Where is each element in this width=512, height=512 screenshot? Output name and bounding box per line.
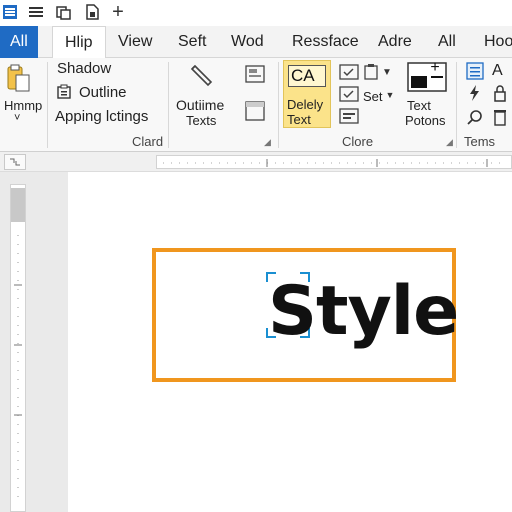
- ribbon: Hmmp ˅ Shadow Outline Apping lctings Cla…: [0, 58, 512, 152]
- tab-view[interactable]: View: [118, 26, 152, 58]
- tab-hlip[interactable]: Hlip: [52, 26, 106, 59]
- separator: [278, 62, 279, 148]
- frame-icon[interactable]: [244, 100, 266, 122]
- document-icon[interactable]: [82, 3, 102, 21]
- lock-icon[interactable]: [492, 84, 508, 102]
- dialog-launcher-icon[interactable]: ◢: [264, 137, 271, 148]
- styled-text[interactable]: Style: [268, 262, 459, 362]
- plus-icon: +: [430, 59, 440, 76]
- delete-text-button[interactable]: CA Delely Text: [283, 60, 331, 128]
- clipboard-icon[interactable]: [363, 64, 379, 80]
- paste-icon[interactable]: [4, 62, 32, 94]
- delete-text-line1: Delely: [287, 97, 324, 112]
- pen-icon: [188, 62, 218, 90]
- outline-option[interactable]: Outline: [79, 84, 127, 101]
- shadow-option[interactable]: Shadow: [57, 60, 111, 77]
- align-icon[interactable]: [339, 108, 359, 124]
- checkbox-icon[interactable]: [339, 64, 359, 80]
- dropdown-caret-icon[interactable]: ▼: [381, 66, 393, 78]
- grid-table-icon[interactable]: [466, 62, 484, 80]
- vertical-ruler-thumb[interactable]: [11, 188, 25, 222]
- hamburger-menu-icon[interactable]: [0, 3, 20, 21]
- group-label-tems: Tems: [464, 134, 496, 149]
- tab-all[interactable]: All: [438, 26, 456, 58]
- ribbon-tabs: All Hlip View Seft Wod Ressface Adre All…: [0, 26, 512, 59]
- quick-access-toolbar: +: [0, 0, 512, 26]
- table-icon[interactable]: [244, 64, 266, 84]
- set-dropdown[interactable]: Set: [363, 89, 383, 104]
- search-icon[interactable]: [466, 108, 484, 126]
- tab-adre[interactable]: Adre: [378, 26, 412, 58]
- font-a-icon[interactable]: A: [492, 62, 503, 80]
- left-margin-area: [0, 172, 68, 512]
- separator: [47, 62, 48, 148]
- text-potons-line2[interactable]: Potons: [405, 113, 445, 128]
- apping-option[interactable]: Apping lctings: [55, 108, 148, 125]
- tab-all-file[interactable]: All: [0, 26, 38, 58]
- separator: [168, 62, 169, 148]
- ruler-row: [0, 152, 512, 172]
- tab-seft[interactable]: Seft: [178, 26, 206, 58]
- trash-icon[interactable]: [492, 108, 508, 126]
- vertical-ruler[interactable]: [10, 184, 26, 512]
- tab-wod[interactable]: Wod: [231, 26, 264, 58]
- separator: [456, 62, 457, 148]
- ca-badge-icon: CA: [288, 65, 326, 87]
- outline-texts-button-line2[interactable]: Texts: [186, 113, 216, 128]
- lightning-icon[interactable]: [466, 84, 484, 102]
- horizontal-ruler[interactable]: [156, 155, 512, 169]
- delete-text-line2: Text: [287, 112, 311, 127]
- tab-ressface[interactable]: Ressface: [292, 26, 359, 58]
- paste-dropdown-caret[interactable]: ˅: [14, 112, 20, 124]
- list-icon[interactable]: [26, 3, 46, 21]
- copy-icon[interactable]: [54, 3, 74, 21]
- tab-hoo[interactable]: Hoo: [484, 26, 512, 58]
- group-label-clard: Clard: [132, 134, 164, 149]
- text-potons-line1[interactable]: Text: [407, 98, 431, 113]
- checkbox-icon[interactable]: [339, 86, 359, 102]
- plus-icon[interactable]: +: [108, 1, 128, 23]
- outline-icon: [55, 83, 73, 101]
- dialog-launcher-icon[interactable]: ◢: [446, 137, 453, 148]
- group-label-clore: Clore: [342, 134, 374, 149]
- ruler-corner-icon[interactable]: [4, 154, 26, 170]
- outline-texts-button-line1[interactable]: Outiime: [176, 98, 224, 113]
- paste-label[interactable]: Hmmp: [4, 98, 42, 113]
- dropdown-caret-icon[interactable]: ▼: [385, 89, 395, 101]
